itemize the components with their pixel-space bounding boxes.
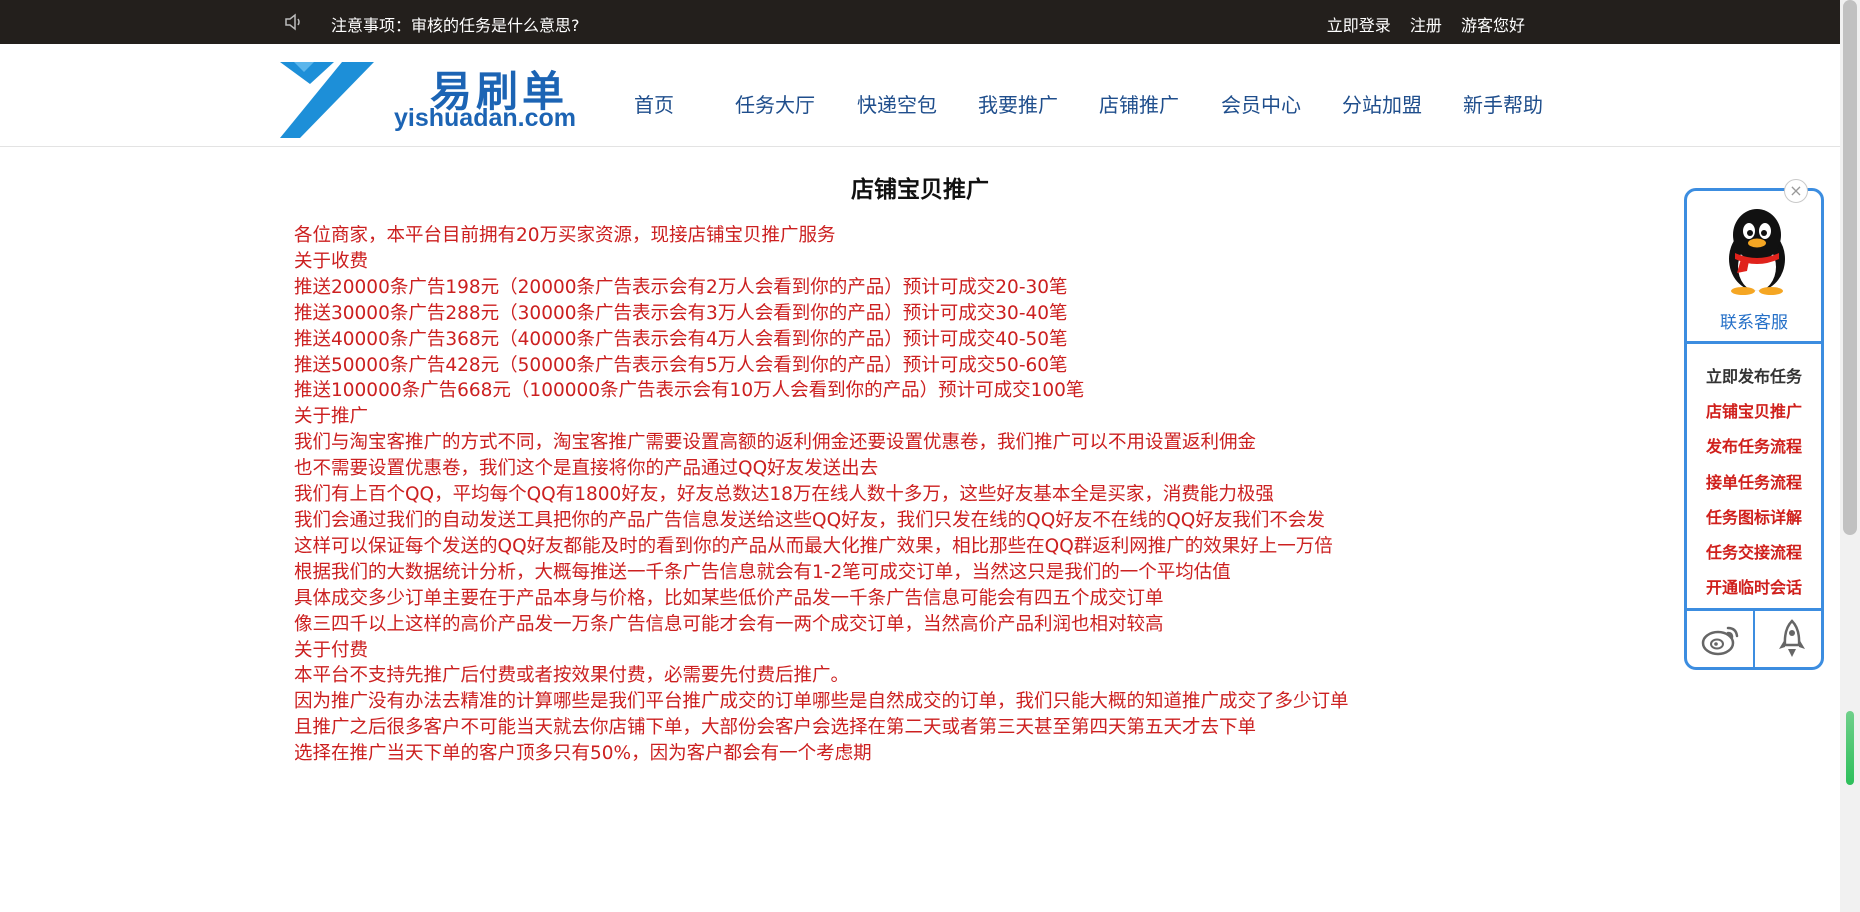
nav-express[interactable]: 快递空包 <box>857 89 937 118</box>
page-scrollbar[interactable] <box>1840 0 1860 912</box>
rocket-icon[interactable] <box>1775 619 1809 659</box>
content-line: 因为推广没有办法去精准的计算哪些是我们平台推广成交的订单哪些是自然成交的订单，我… <box>294 691 1349 713</box>
site-header: 易刷单 yishuadan.com 首页 任务大厅 快递空包 我要推广 店铺推广… <box>0 44 1840 147</box>
sidebar-link-task-icons[interactable]: 任务图标详解 <box>1687 500 1821 535</box>
nav-promote[interactable]: 我要推广 <box>978 89 1058 118</box>
login-link[interactable]: 立即登录 <box>1327 16 1391 35</box>
scroll-indicator <box>1846 711 1854 785</box>
content-line: 各位商家，本平台目前拥有20万买家资源，现接店铺宝贝推广服务 <box>294 225 836 246</box>
page-title: 店铺宝贝推广 <box>851 177 989 203</box>
logo-mark-icon <box>280 62 374 138</box>
sidebar-links: 立即发布任务 店铺宝贝推广 发布任务流程 接单任务流程 任务图标详解 任务交接流… <box>1687 359 1821 605</box>
nav-shop-promote[interactable]: 店铺推广 <box>1099 89 1179 118</box>
sidebar-link-temp-chat[interactable]: 开通临时会话 <box>1687 570 1821 605</box>
content-line: 推送30000条广告288元（30000条广告表示会有3万人会看到你的产品）预计… <box>294 302 1068 324</box>
content-line: 也不需要设置优惠卷，我们这个是直接将你的产品通过QQ好友发送出去 <box>294 458 879 480</box>
content-body: 各位商家，本平台目前拥有20万买家资源，现接店铺宝贝推广服务 关于收费 推送20… <box>294 223 1474 767</box>
weibo-icon[interactable] <box>1701 622 1741 656</box>
customer-service-panel: 联系客服 立即发布任务 店铺宝贝推广 发布任务流程 接单任务流程 任务图标详解 … <box>1684 188 1824 670</box>
sidebar-link-shop-promote[interactable]: 店铺宝贝推广 <box>1687 394 1821 429</box>
nav-task-hall[interactable]: 任务大厅 <box>735 89 815 118</box>
close-icon[interactable]: × <box>1784 179 1808 203</box>
sidebar-link-publish-task[interactable]: 立即发布任务 <box>1687 359 1821 394</box>
notice-text[interactable]: 注意事项：审核的任务是什么意思? <box>331 12 580 36</box>
content-line: 根据我们的大数据统计分析，大概每推送一千条广告信息就会有1-2笔可成交订单，当然… <box>294 561 1231 583</box>
content-line: 具体成交多少订单主要在于产品本身与价格，比如某些低价产品发一千条广告信息可能会有… <box>294 587 1164 609</box>
contact-service-link[interactable]: 联系客服 <box>1687 308 1821 333</box>
site-logo[interactable]: 易刷单 yishuadan.com <box>280 58 600 140</box>
content-line: 本平台不支持先推广后付费或者按效果付费，必需要先付费后推广。 <box>294 665 850 687</box>
content-line: 且推广之后很多客户不可能当天就去你店铺下单，大部份会客户会选择在第二天或者第三天… <box>294 717 1257 739</box>
content-line: 我们会通过我们的自动发送工具把你的产品广告信息发送给这些QQ好友，我们只发在线的… <box>294 509 1325 531</box>
top-links: 立即登录 注册 游客您好 <box>1313 12 1525 36</box>
divider <box>1687 341 1821 344</box>
divider <box>1753 611 1755 667</box>
content-line: 推送40000条广告368元（40000条广告表示会有4万人会看到你的产品）预计… <box>294 328 1068 350</box>
content-line: 推送100000条广告668元（100000条广告表示会有10万人会看到你的产品… <box>294 380 1085 402</box>
content-line: 这样可以保证每个发送的QQ好友都能及时的看到你的产品从而最大化推广效果，相比那些… <box>294 535 1333 557</box>
content-line: 像三四千以上这样的高价产品发一万条广告信息可能才会有一两个成交订单，当然高价产品… <box>294 613 1164 635</box>
nav-home[interactable]: 首页 <box>634 89 674 118</box>
content-line: 推送50000条广告428元（50000条广告表示会有5万人会看到你的产品）预计… <box>294 354 1068 376</box>
content-line: 我们有上百个QQ，平均每个QQ有1800好友，好友总数达18万在线人数十多万，这… <box>294 484 1274 506</box>
nav-member-center[interactable]: 会员中心 <box>1221 89 1301 118</box>
section-heading: 关于收费 <box>294 250 369 272</box>
guest-greeting: 游客您好 <box>1460 16 1525 35</box>
nav-franchise[interactable]: 分站加盟 <box>1342 89 1422 118</box>
logo-domain: yishuadan.com <box>394 104 576 132</box>
section-heading: 关于付费 <box>294 639 369 661</box>
nav-help[interactable]: 新手帮助 <box>1463 89 1543 118</box>
top-bar: 注意事项：审核的任务是什么意思? 立即登录 注册 游客您好 <box>0 0 1840 44</box>
sidebar-link-accept-flow[interactable]: 接单任务流程 <box>1687 465 1821 500</box>
section-heading: 关于推广 <box>294 406 369 428</box>
speaker-icon <box>285 13 300 31</box>
content-line: 我们与淘宝客推广的方式不同，淘宝客推广需要设置高额的返利佣金还要设置优惠卷，我们… <box>294 432 1257 454</box>
sidebar-link-handover-flow[interactable]: 任务交接流程 <box>1687 535 1821 570</box>
register-link[interactable]: 注册 <box>1410 16 1442 35</box>
content-line: 推送20000条广告198元（20000条广告表示会有2万人会看到你的产品）预计… <box>294 276 1068 298</box>
qq-penguin-icon[interactable] <box>1719 207 1795 295</box>
content-line: 选择在推广当天下单的客户顶多只有50%，因为客户都会有一个考虑期 <box>294 743 872 765</box>
scrollbar-thumb[interactable] <box>1843 0 1857 535</box>
sidebar-link-publish-flow[interactable]: 发布任务流程 <box>1687 429 1821 464</box>
